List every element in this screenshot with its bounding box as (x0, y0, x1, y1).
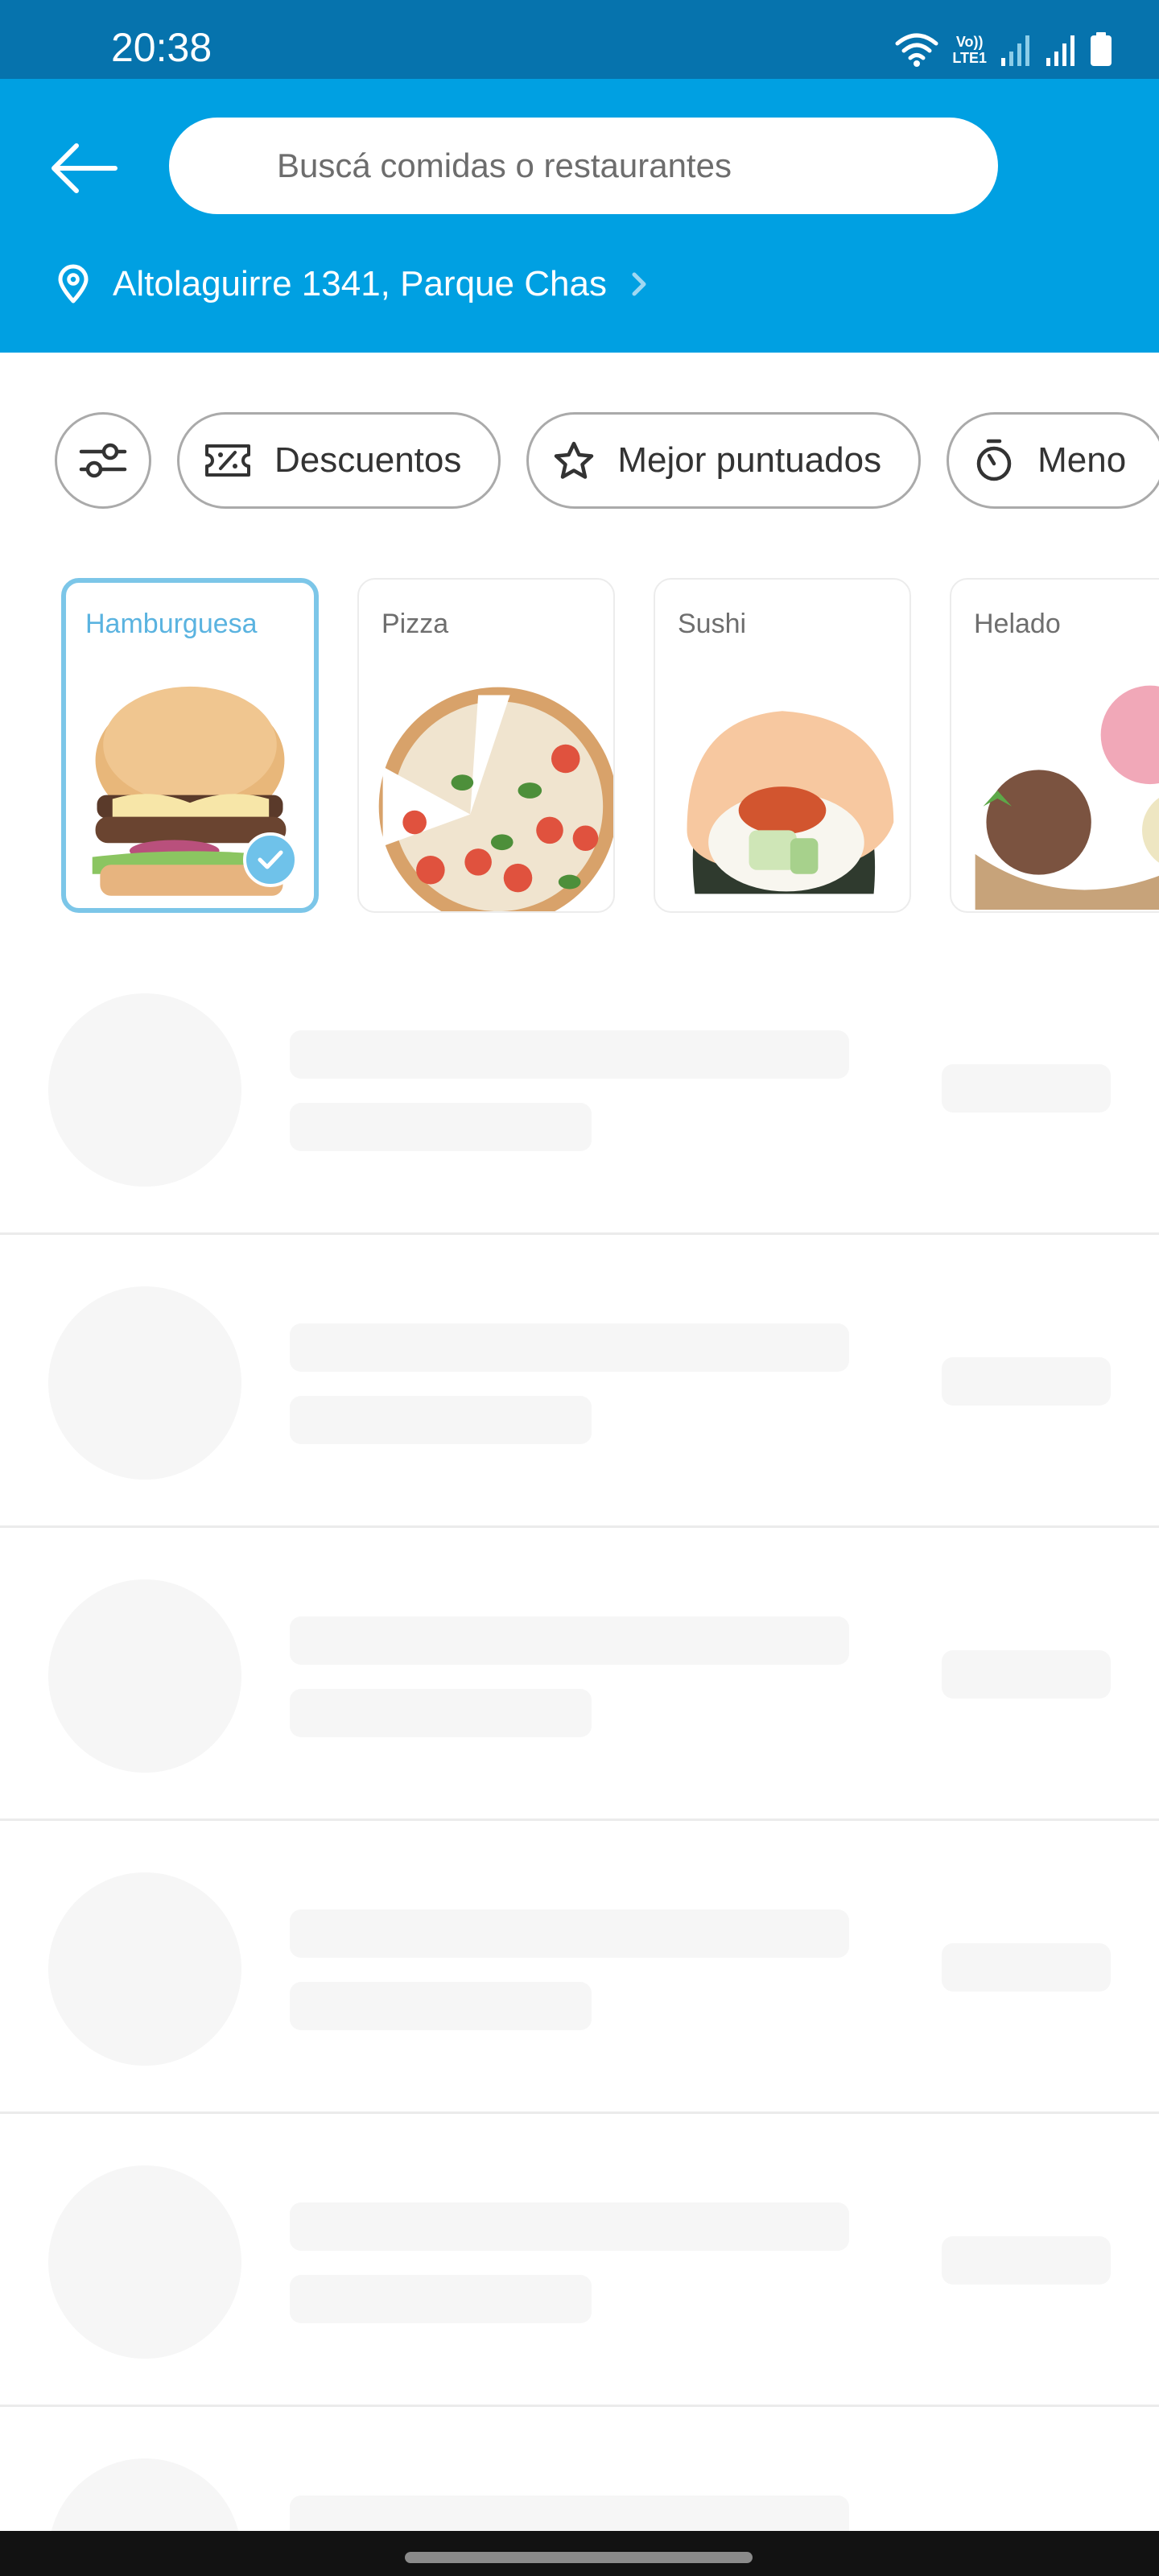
skeleton-line (290, 1396, 592, 1444)
selected-check-icon (243, 832, 298, 887)
skeleton-line (290, 1103, 592, 1151)
skeleton-line (942, 1357, 1111, 1406)
category-label: Helado (974, 609, 1061, 639)
chip-discounts[interactable]: Descuentos (177, 412, 501, 509)
filter-chips: Descuentos Mejor puntuados Meno (55, 412, 1159, 509)
system-nav-bar (0, 2531, 1159, 2576)
category-label: Sushi (678, 609, 747, 639)
skeleton-line (290, 1030, 849, 1079)
status-icons: Vo)) LTE1 (894, 29, 1112, 71)
chip-best-rated[interactable]: Mejor puntuados (526, 412, 922, 509)
skeleton-line (942, 1943, 1111, 1992)
skeleton-line (290, 1909, 849, 1958)
restaurant-list-loading (0, 942, 1159, 2576)
skeleton-line (290, 2202, 849, 2251)
star-outline-icon (555, 441, 594, 479)
category-card-pizza[interactable]: Pizza (357, 578, 615, 913)
skeleton-row (0, 2114, 1159, 2407)
skeleton-line (290, 1616, 849, 1665)
skeleton-line (290, 1689, 592, 1737)
skeleton-avatar (48, 1286, 241, 1480)
chip-delivery-time[interactable]: Meno (947, 412, 1159, 509)
home-gesture-handle[interactable] (405, 2552, 753, 2563)
chip-label: Descuentos (274, 440, 462, 480)
skeleton-line (942, 1064, 1111, 1113)
skeleton-avatar (48, 993, 241, 1187)
search-box[interactable] (169, 118, 998, 214)
wifi-icon (895, 33, 938, 67)
category-card-helado[interactable]: Helado (950, 578, 1159, 913)
pizza-image (378, 687, 613, 911)
category-carousel: Hamburguesa Pizza Sushi Helado (61, 578, 1159, 913)
discount-ticket-icon (205, 444, 250, 477)
skeleton-row (0, 1528, 1159, 1821)
status-bar: 20:38 Vo)) LTE1 (0, 0, 1159, 79)
header: Altolaguirre 1341, Parque Chas (0, 79, 1159, 353)
signal-icon-1 (1001, 35, 1029, 66)
ice-cream-image (975, 685, 1159, 910)
skeleton-avatar (48, 1579, 241, 1773)
skeleton-line (290, 1323, 849, 1372)
category-card-sushi[interactable]: Sushi (654, 578, 911, 913)
skeleton-row (0, 1235, 1159, 1528)
chip-label: Mejor puntuados (617, 440, 882, 480)
skeleton-avatar (48, 1872, 241, 2066)
search-input[interactable] (277, 118, 969, 214)
skeleton-avatar (48, 2165, 241, 2359)
status-time: 20:38 (111, 25, 212, 70)
skeleton-line (290, 1982, 592, 2030)
chip-label: Meno (1037, 440, 1127, 480)
volte-indicator: Vo)) LTE1 (952, 34, 987, 66)
address-text: Altolaguirre 1341, Parque Chas (113, 264, 607, 303)
skeleton-line (942, 2236, 1111, 2285)
filters-button[interactable] (55, 412, 151, 509)
skeleton-line (290, 2275, 592, 2323)
category-label: Pizza (382, 609, 449, 639)
chevron-right-icon (632, 272, 646, 296)
sliders-icon (79, 443, 127, 478)
location-pin-icon (58, 264, 89, 303)
skeleton-line (942, 1650, 1111, 1699)
sushi-image (687, 711, 894, 894)
skeleton-row (0, 1821, 1159, 2114)
back-button[interactable] (48, 132, 121, 204)
battery-icon (1091, 32, 1112, 66)
skeleton-row (0, 942, 1159, 1235)
signal-icon-2 (1046, 35, 1074, 66)
category-label: Hamburguesa (85, 609, 258, 639)
arrow-back-icon (52, 143, 118, 193)
address-selector[interactable]: Altolaguirre 1341, Parque Chas (56, 256, 649, 312)
timer-icon (976, 439, 1012, 481)
category-card-hamburguesa[interactable]: Hamburguesa (61, 578, 319, 913)
